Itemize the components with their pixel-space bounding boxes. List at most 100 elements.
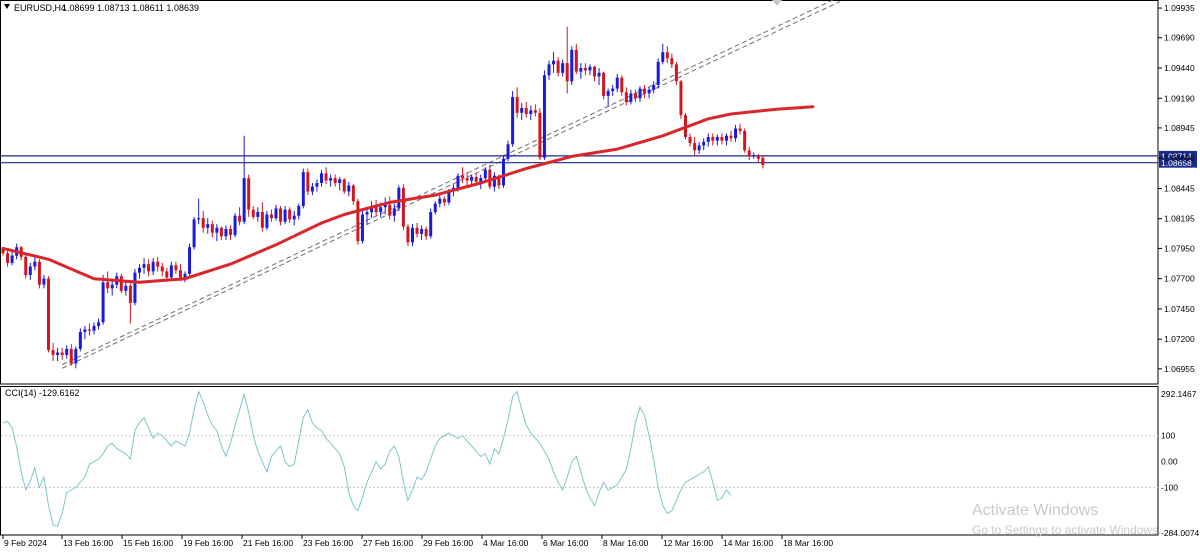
candle-body — [474, 176, 478, 182]
candle-body — [274, 208, 278, 219]
candle-body — [238, 215, 242, 222]
candle-body — [552, 60, 556, 65]
candle-body — [406, 226, 410, 243]
candle — [401, 184, 405, 231]
candle — [301, 168, 305, 209]
candle-body — [33, 261, 37, 267]
candle-body — [260, 212, 264, 228]
candle-body — [365, 212, 369, 215]
candle-body — [629, 93, 633, 102]
candle-body — [47, 278, 50, 351]
candle — [47, 276, 50, 353]
candle-body — [665, 52, 669, 59]
candle-body — [301, 172, 305, 207]
candle-body — [69, 348, 73, 364]
candle-body — [351, 185, 355, 202]
candle-body — [643, 88, 647, 94]
time-tick-label: 27 Feb 16:00 — [363, 538, 413, 548]
candle-body — [633, 93, 637, 99]
candle — [679, 80, 683, 119]
candle-body — [533, 110, 537, 113]
candle-body — [165, 271, 169, 278]
candle-body — [547, 64, 551, 76]
candle-body — [142, 264, 146, 268]
candle-body — [647, 89, 651, 94]
time-tick-label: 12 Mar 16:00 — [663, 538, 713, 548]
candle-body — [356, 201, 360, 242]
candle-body — [606, 90, 610, 96]
candle-body — [456, 175, 460, 188]
candle-body — [6, 253, 10, 263]
cci-tick-label: -100 — [1161, 482, 1178, 492]
candle-body — [615, 77, 619, 89]
symbol-label: EURUSD,H4 — [14, 3, 66, 13]
candle-body — [388, 204, 392, 216]
candle-body — [520, 107, 524, 113]
candle — [133, 268, 137, 306]
candle — [306, 168, 310, 196]
candle-body — [715, 137, 719, 141]
candle-body — [483, 169, 487, 179]
indicator-label: CCI(14) -129.6162 — [5, 388, 80, 398]
candle-body — [315, 183, 319, 187]
candle — [356, 198, 360, 245]
candle-body — [674, 64, 678, 82]
candle-body — [697, 145, 701, 151]
candle-body — [583, 67, 587, 71]
candle-body — [415, 227, 419, 234]
candle-body — [593, 66, 596, 77]
price-tick-label: 1.07450 — [1164, 304, 1195, 314]
candle — [37, 259, 41, 289]
price-tick-label: 1.07950 — [1164, 243, 1195, 253]
candle-body — [656, 61, 660, 85]
watermark-subtitle: Go to Settings to activate Windows. — [972, 523, 1162, 537]
candle-body — [761, 157, 765, 165]
price-pane — [0, 0, 1159, 385]
price-tick-label: 1.06955 — [1164, 364, 1195, 374]
candle — [538, 107, 542, 161]
candle-body — [661, 52, 665, 62]
candle — [429, 208, 433, 239]
candle-body — [97, 322, 101, 326]
candle-body — [320, 173, 323, 184]
candle-body — [515, 97, 519, 113]
candle — [397, 185, 401, 211]
candle-body — [488, 169, 492, 187]
candle-body — [247, 178, 251, 210]
candle-body — [693, 143, 697, 151]
candle-body — [133, 272, 137, 303]
candle-body — [706, 137, 710, 142]
candle-body — [333, 178, 337, 184]
chart-window: 1.08714 1.08658 292.1467 100 0.00 -100 -284.0… — [0, 0, 1200, 552]
candle-body — [233, 215, 237, 236]
price-tick-label: 1.07200 — [1164, 334, 1195, 344]
chart-canvas[interactable]: 1.087141.08658 292.14671000.00-100-284.0… — [0, 0, 1200, 552]
candle-body — [110, 284, 114, 289]
candle-body — [292, 215, 296, 220]
candle — [656, 58, 660, 89]
candle-body — [565, 63, 569, 82]
candle — [188, 243, 192, 277]
candle — [542, 70, 546, 161]
candle-body — [174, 265, 178, 271]
candle-body — [56, 352, 60, 355]
candle-body — [652, 84, 656, 90]
candle-body — [151, 261, 155, 272]
price-tick-label: 1.09190 — [1164, 93, 1195, 103]
candle-body — [92, 325, 96, 331]
candle-body — [702, 141, 706, 146]
candle-body — [251, 209, 255, 217]
price-tick-label: 1.07700 — [1164, 274, 1195, 284]
candle-body — [392, 208, 396, 216]
candle-body — [624, 92, 628, 102]
candle-body — [465, 178, 469, 181]
candle-body — [206, 224, 210, 228]
candle-body — [24, 256, 28, 276]
price-tick-label: 1.09935 — [1164, 3, 1195, 13]
candle-body — [611, 88, 615, 91]
time-tick-label: 4 Mar 16:00 — [483, 538, 529, 548]
candle-body — [65, 348, 69, 355]
chart-shift-marker-icon[interactable] — [772, 0, 782, 6]
candle-body — [283, 209, 287, 222]
candle-body — [502, 158, 505, 186]
